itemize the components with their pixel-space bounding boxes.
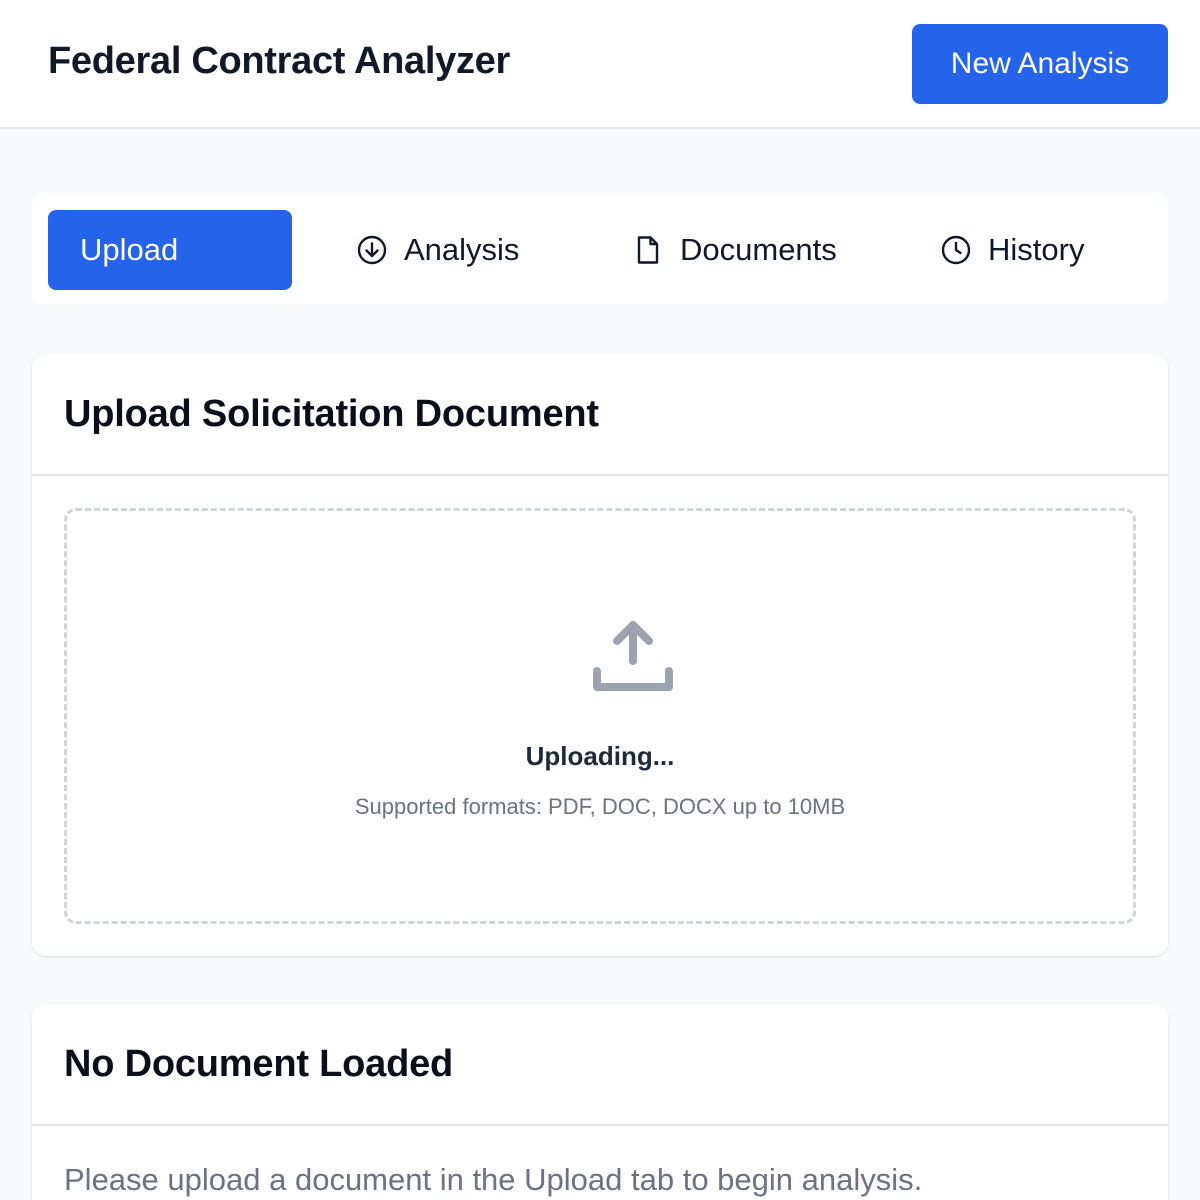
new-analysis-button[interactable]: New Analysis [912, 24, 1168, 104]
tab-documents[interactable]: Documents [632, 210, 837, 290]
file-icon [632, 234, 664, 266]
upload-dropzone[interactable]: Uploading... Supported formats: PDF, DOC… [64, 508, 1136, 924]
tab-bar: Upload Analysis Documents History [32, 195, 1168, 305]
arrow-down-circle-icon [356, 234, 388, 266]
document-card-message: Please upload a document in the Upload t… [64, 1162, 923, 1197]
upload-card-header: Upload Solicitation Document [32, 354, 1168, 476]
document-status-card: No Document Loaded Please upload a docum… [32, 1004, 1168, 1200]
tab-analysis-label: Analysis [404, 232, 520, 267]
upload-icon [589, 613, 677, 701]
upload-format-hint: Supported formats: PDF, DOC, DOCX up to … [354, 794, 846, 819]
document-card-header: No Document Loaded [32, 1004, 1168, 1126]
upload-card-title: Upload Solicitation Document [64, 392, 599, 435]
document-card-title: No Document Loaded [64, 1042, 454, 1085]
upload-card: Upload Solicitation Document Uploading..… [32, 354, 1168, 956]
app-header: Federal Contract Analyzer New Analysis [0, 0, 1200, 129]
tab-upload-label: Upload [80, 232, 179, 267]
upload-status: Uploading... [525, 741, 675, 771]
clock-icon [940, 234, 972, 266]
tab-history[interactable]: History [940, 210, 1084, 290]
app-title: Federal Contract Analyzer [48, 40, 511, 82]
tab-documents-label: Documents [680, 232, 837, 267]
tab-upload[interactable]: Upload [48, 210, 292, 290]
tab-history-label: History [988, 232, 1085, 267]
tab-analysis[interactable]: Analysis [356, 210, 519, 290]
